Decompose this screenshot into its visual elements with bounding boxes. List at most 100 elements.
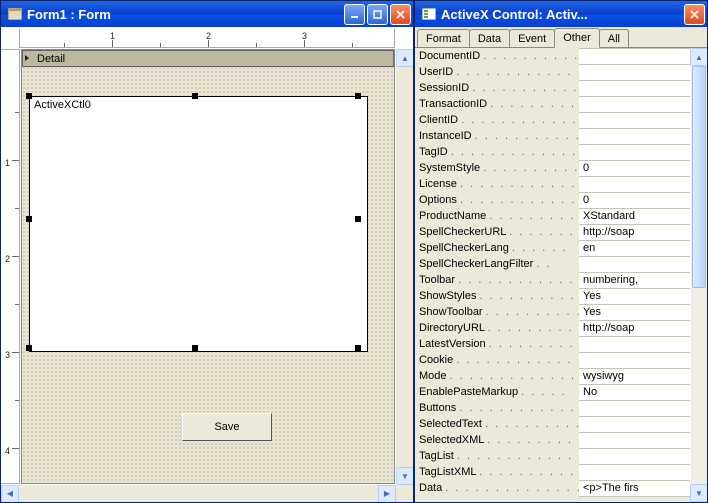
property-value[interactable] (579, 128, 690, 145)
property-row[interactable]: License . . . . . . . . . . . . . . . (415, 176, 690, 192)
property-row[interactable]: EnablePasteMarkup . . . . .No (415, 384, 690, 400)
property-row[interactable]: SpellCheckerLangFilter . . (415, 256, 690, 272)
scrollbar-horizontal[interactable]: ◀ ▶ (1, 485, 396, 502)
property-value[interactable] (579, 96, 690, 113)
property-value[interactable] (579, 464, 690, 481)
property-value[interactable] (579, 144, 690, 161)
form-designer-window: Form1 : Form 1 2 3 1 2 3 4 (0, 0, 414, 503)
property-value[interactable] (579, 176, 690, 193)
property-row[interactable]: Cookie . . . . . . . . . . . . . . . . (415, 352, 690, 368)
property-row[interactable]: UserID . . . . . . . . . . . . . . . . (415, 64, 690, 80)
tab-format[interactable]: Format (417, 29, 470, 47)
property-row[interactable]: Buttons . . . . . . . . . . . . . . . (415, 400, 690, 416)
property-name: ClientID . . . . . . . . . . . . . . (415, 114, 579, 126)
property-value[interactable]: en (579, 240, 690, 257)
property-row[interactable]: LatestVersion . . . . . . . . . (415, 336, 690, 352)
property-value[interactable]: 0 (579, 160, 690, 177)
titlebar[interactable]: Form1 : Form (1, 1, 413, 27)
property-row[interactable]: ProductName . . . . . . . . . . .XStanda… (415, 208, 690, 224)
property-row[interactable]: TagListXML . . . . . . . . . . . . (415, 464, 690, 480)
property-value[interactable]: http://soap (579, 224, 690, 241)
property-row[interactable]: ShowStyles . . . . . . . . . . . .Yes (415, 288, 690, 304)
close-button[interactable] (390, 4, 411, 25)
property-name: UserID . . . . . . . . . . . . . . . . (415, 66, 579, 78)
property-row[interactable]: Options . . . . . . . . . . . . . . .0 (415, 192, 690, 208)
property-row[interactable]: ClientID . . . . . . . . . . . . . . (415, 112, 690, 128)
property-name: SpellCheckerLang . . . . . . (415, 242, 579, 254)
property-value[interactable]: Yes (579, 288, 690, 305)
property-name: SessionID . . . . . . . . . . . . . (415, 82, 579, 94)
property-row[interactable]: TransactionID . . . . . . . . . (415, 96, 690, 112)
minimize-button[interactable] (344, 4, 365, 25)
scroll-up-icon[interactable]: ▲ (396, 49, 413, 67)
activex-control[interactable]: ActiveXCtl0 (29, 96, 368, 352)
property-row[interactable]: SpellCheckerURL . . . . . . .http://soap (415, 224, 690, 240)
property-value[interactable]: numbering, (579, 272, 690, 289)
property-row[interactable]: SelectedXML . . . . . . . . . . . (415, 432, 690, 448)
property-name: Cookie . . . . . . . . . . . . . . . . (415, 354, 579, 366)
tab-all[interactable]: All (599, 29, 629, 47)
property-value[interactable] (579, 432, 690, 449)
property-row[interactable]: SpellCheckerLang . . . . . .en (415, 240, 690, 256)
property-row[interactable]: TagID . . . . . . . . . . . . . . . . . (415, 144, 690, 160)
tab-other[interactable]: Other (554, 28, 600, 48)
save-button[interactable]: Save (182, 413, 272, 441)
property-value[interactable] (579, 336, 690, 353)
scroll-left-icon[interactable]: ◀ (1, 485, 19, 503)
tab-event[interactable]: Event (509, 29, 555, 47)
property-row[interactable]: DirectoryURL . . . . . . . . . .http://s… (415, 320, 690, 336)
property-value[interactable]: No (579, 384, 690, 401)
property-row[interactable]: TagList . . . . . . . . . . . . . . . (415, 448, 690, 464)
property-value[interactable] (579, 400, 690, 417)
property-row[interactable]: InstanceID . . . . . . . . . . . . (415, 128, 690, 144)
ruler-horizontal: 1 2 3 (19, 29, 395, 48)
property-row[interactable]: DocumentID . . . . . . . . . . . . (415, 48, 690, 64)
section-header-detail[interactable]: Detail (22, 50, 394, 67)
property-value[interactable] (579, 112, 690, 129)
control-label: ActiveXCtl0 (34, 99, 91, 111)
scrollbar-vertical[interactable]: ▲ ▼ (396, 49, 413, 485)
scroll-thumb[interactable] (692, 66, 706, 288)
property-value[interactable] (579, 448, 690, 465)
property-value[interactable]: 0 (579, 192, 690, 209)
scroll-down-icon[interactable]: ▼ (396, 467, 413, 485)
property-name: TransactionID . . . . . . . . . (415, 98, 579, 110)
design-canvas[interactable]: Detail ActiveXCtl0 Save (21, 49, 395, 484)
property-row[interactable]: SystemStyle . . . . . . . . . . .0 (415, 160, 690, 176)
property-row[interactable]: Data . . . . . . . . . . . . . . . . . .… (415, 480, 690, 496)
close-button[interactable] (684, 4, 705, 25)
property-name: TagID . . . . . . . . . . . . . . . . . (415, 146, 579, 158)
property-row[interactable]: SessionID . . . . . . . . . . . . . (415, 80, 690, 96)
property-value[interactable] (579, 416, 690, 433)
titlebar[interactable]: ActiveX Control: Activ... (415, 1, 707, 27)
property-name: DocumentID . . . . . . . . . . . . (415, 50, 579, 62)
property-value[interactable] (579, 48, 690, 65)
window-title: Form1 : Form (27, 7, 344, 22)
maximize-button[interactable] (367, 4, 388, 25)
property-name: InstanceID . . . . . . . . . . . . (415, 130, 579, 142)
property-value[interactable] (579, 256, 690, 273)
tab-data[interactable]: Data (469, 29, 510, 47)
section-label: Detail (37, 53, 65, 65)
property-value[interactable] (579, 80, 690, 97)
property-row[interactable]: Mode . . . . . . . . . . . . . . . . . .… (415, 368, 690, 384)
scroll-right-icon[interactable]: ▶ (378, 485, 396, 503)
scroll-down-icon[interactable]: ▼ (690, 484, 707, 502)
property-row[interactable]: SelectedText . . . . . . . . . . (415, 416, 690, 432)
property-value[interactable] (579, 352, 690, 369)
scrollbar-corner (396, 485, 413, 502)
property-row[interactable]: ShowToolbar . . . . . . . . . . .Yes (415, 304, 690, 320)
property-name: ProductName . . . . . . . . . . . (415, 210, 579, 222)
property-name: EnablePasteMarkup . . . . . (415, 386, 579, 398)
properties-list[interactable]: DocumentID . . . . . . . . . . . . UserID… (415, 48, 690, 502)
property-value[interactable]: wysiwyg (579, 368, 690, 385)
property-value[interactable]: http://soap (579, 320, 690, 337)
properties-scrollbar[interactable]: ▲ ▼ (690, 48, 707, 502)
property-value[interactable] (579, 64, 690, 81)
property-value[interactable]: Yes (579, 304, 690, 321)
scroll-up-icon[interactable]: ▲ (690, 48, 707, 66)
property-value[interactable]: XStandard (579, 208, 690, 225)
property-row[interactable]: Toolbar . . . . . . . . . . . . . . .num… (415, 272, 690, 288)
property-name: TagList . . . . . . . . . . . . . . . (415, 450, 579, 462)
property-value[interactable]: <p>The firs (579, 480, 690, 497)
